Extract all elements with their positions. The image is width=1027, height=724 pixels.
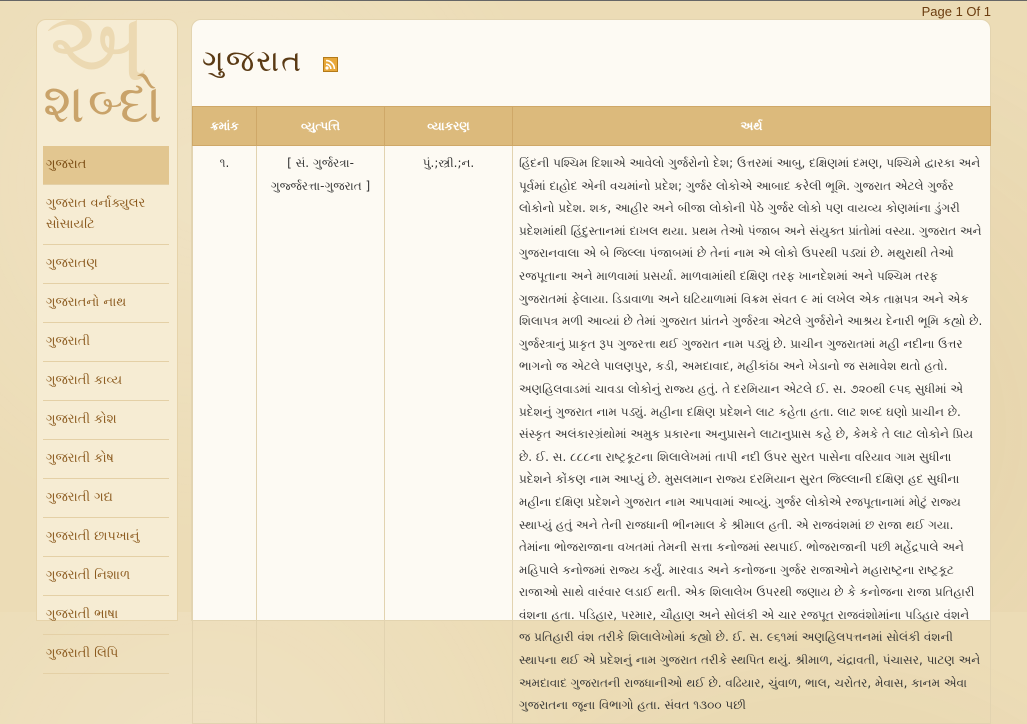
sidebar-item-gujaratan[interactable]: ગુજરાતણ	[43, 245, 169, 284]
entries-table: ક્રમાંક વ્યુત્પત્તિ વ્યાકરણ અર્થ ૧. [ સં…	[192, 106, 991, 724]
sidebar-item-gujarati-kosh-2[interactable]: ગુજરાતી કોષ	[43, 440, 169, 479]
column-header-meaning: અર્થ	[512, 106, 991, 146]
main-content: ગુજરાત ક્રમાંક વ્યુત્પત્તિ વ્યાકરણ અર્થ …	[191, 19, 991, 724]
logo-word: શબ્દો	[43, 72, 166, 135]
table-header-row: ક્રમાંક વ્યુત્પત્તિ વ્યાકરણ અર્થ	[192, 106, 991, 146]
sidebar-item-gujarat[interactable]: ગુજરાત	[43, 146, 169, 185]
top-border	[0, 0, 1027, 1]
column-header-etymology: વ્યુત્પત્તિ	[256, 106, 385, 146]
entry-number: ૧.	[192, 145, 257, 724]
entry-etymology: [ સં. ગુર્જરત્રા-ગુર્જ્જરત્તા-ગુજરાત ]	[256, 145, 385, 724]
entry-grammar: પું.;સ્ત્રી.;ન.	[384, 145, 513, 724]
sidebar-item-gujarati-gadya[interactable]: ગુજરાતી ગદ્ય	[43, 479, 169, 518]
page-title: ગુજરાત	[202, 44, 304, 79]
table-row: ૧. [ સં. ગુર્જરત્રા-ગુર્જ્જરત્તા-ગુજરાત …	[192, 145, 991, 724]
sidebar-item-gujarati-chhapkhanu[interactable]: ગુજરાતી છાપખાનું	[43, 518, 169, 557]
entry-meaning: હિંદની પશ્ચિમ દિશાએ આવેલો ગુર્જરોનો દેશ;…	[512, 145, 991, 724]
column-header-number: ક્રમાંક	[192, 106, 257, 146]
sidebar-item-gujarati-lipi[interactable]: ગુજરાતી લિપિ	[43, 635, 169, 674]
sidebar-item-gujarati-bhasha[interactable]: ગુજરાતી ભાષા	[43, 596, 169, 635]
sidebar-nav: ગુજરાત ગુજરાત વર્નાક્યુલર સોસાયટિ ગુજરાત…	[43, 146, 169, 674]
sidebar: અ શબ્દો ગુજરાત ગુજરાત વર્નાક્યુલર સોસાયટ…	[36, 19, 178, 674]
column-header-grammar: વ્યાકરણ	[384, 106, 513, 146]
sidebar-item-gujarati[interactable]: ગુજરાતી	[43, 323, 169, 362]
site-logo[interactable]: અ શબ્દો	[37, 20, 177, 140]
sidebar-item-gujarati-kosh[interactable]: ગુજરાતી કોશ	[43, 401, 169, 440]
sidebar-item-gujaratno-nath[interactable]: ગુજરાતનો નાથ	[43, 284, 169, 323]
pager-label: Page 1 Of 1	[921, 4, 991, 19]
sidebar-item-gujarati-nishal[interactable]: ગુજરાતી નિશાળ	[43, 557, 169, 596]
sidebar-item-gujarati-kavya[interactable]: ગુજરાતી કાવ્ય	[43, 362, 169, 401]
sidebar-item-gujarat-vernacular-society[interactable]: ગુજરાત વર્નાક્યુલર સોસાયટિ	[43, 185, 169, 245]
rss-feed-icon[interactable]	[323, 57, 338, 72]
